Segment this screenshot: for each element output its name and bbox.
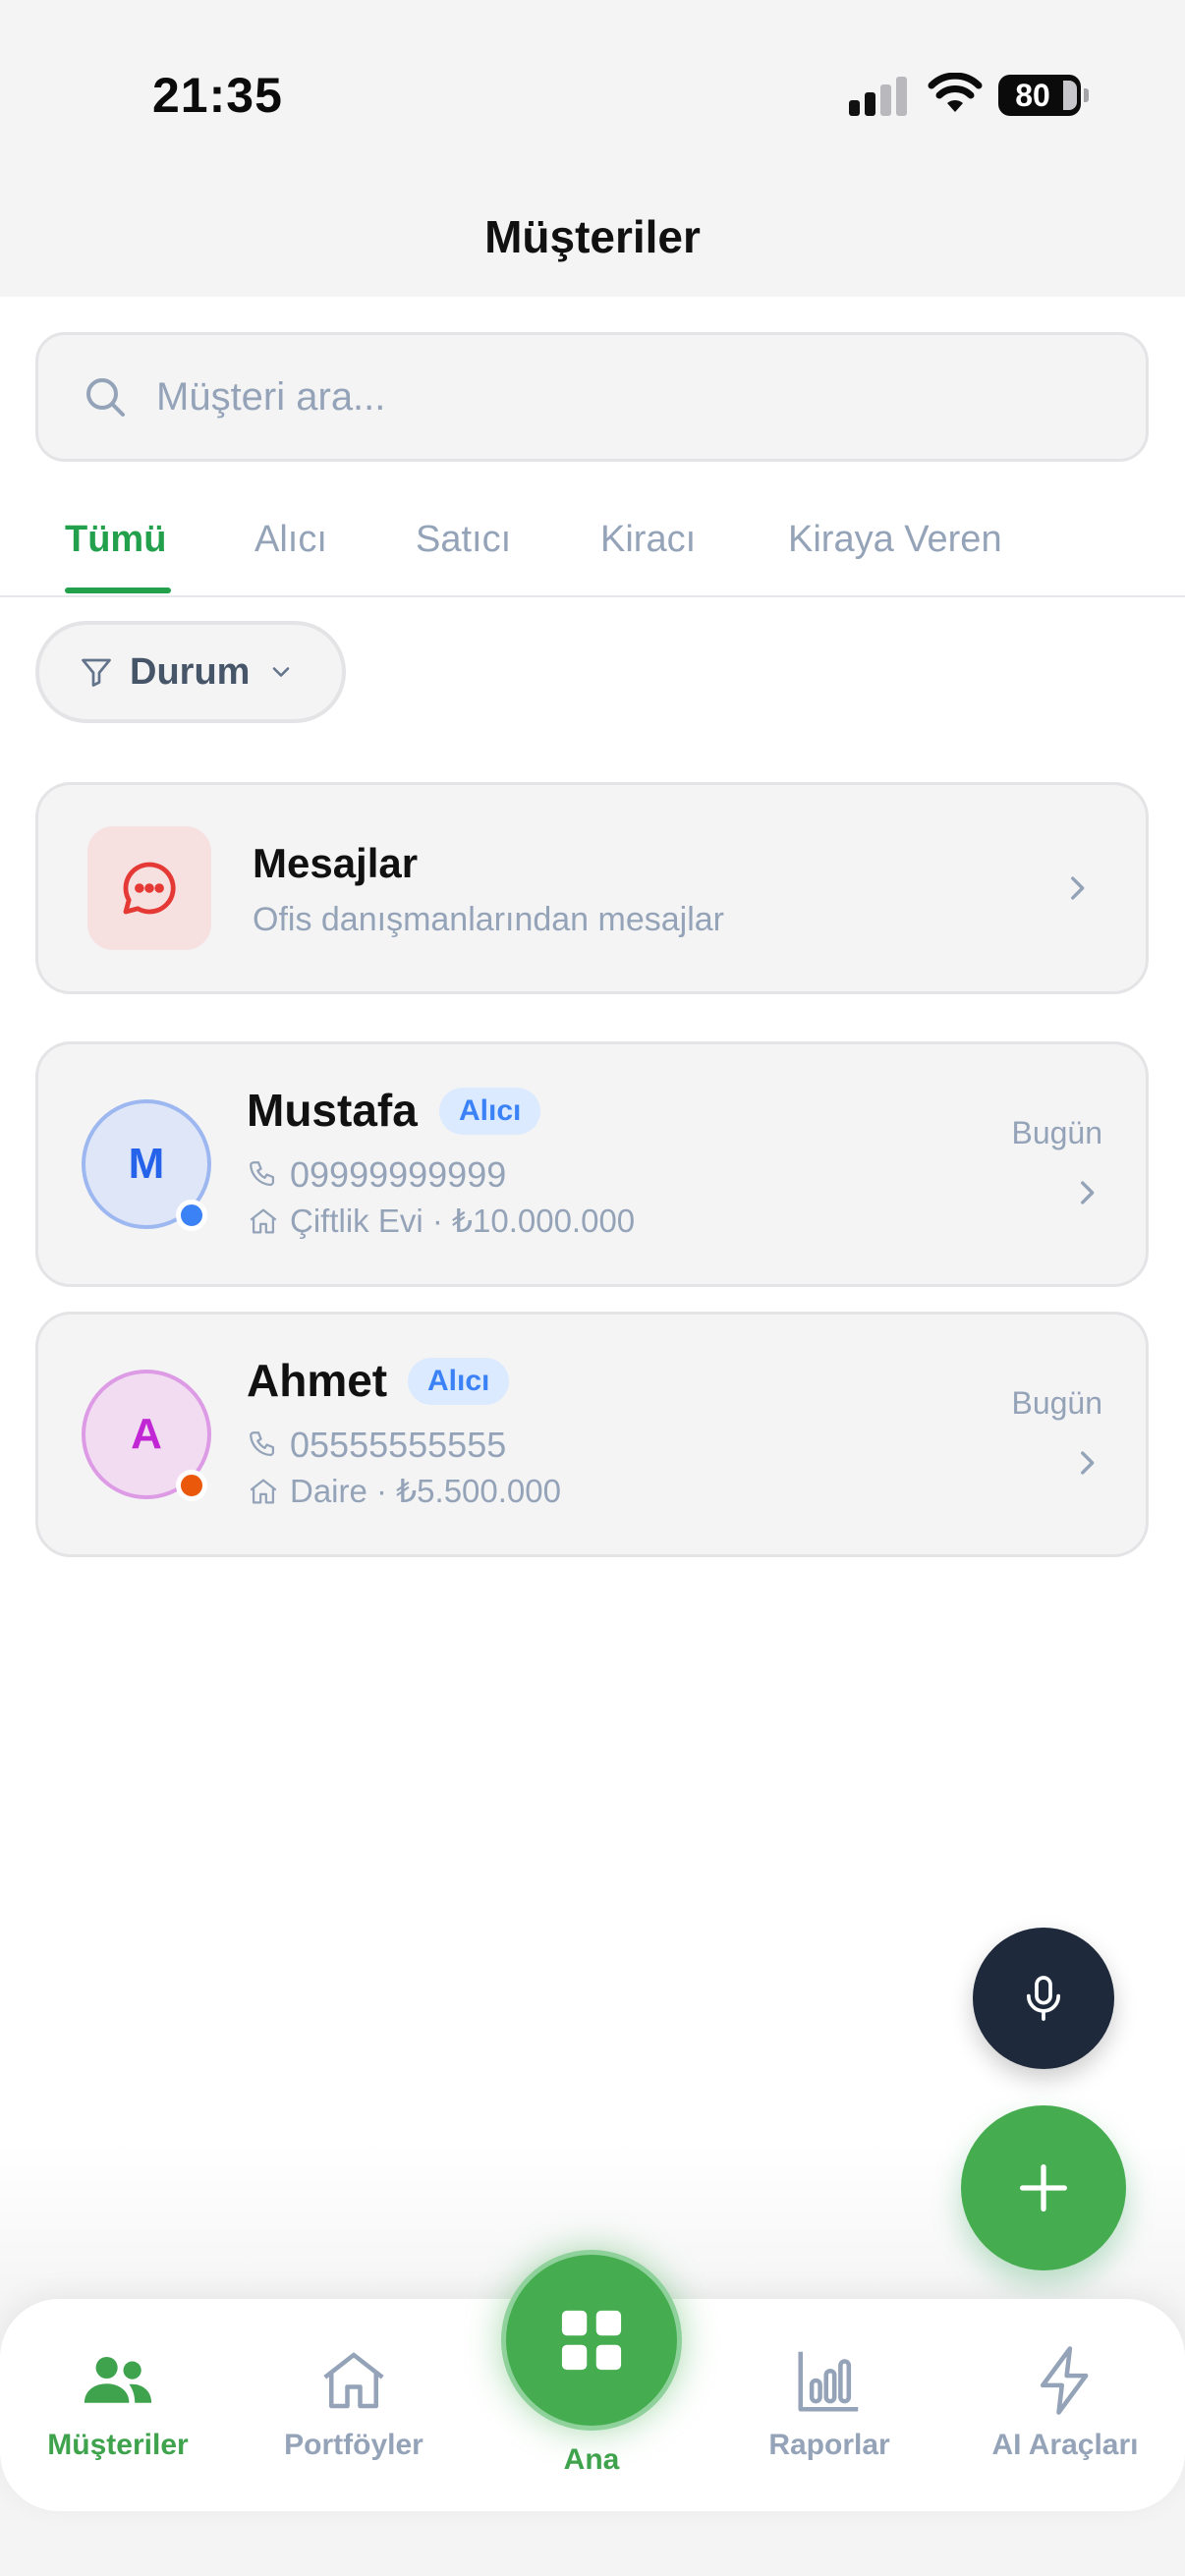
chevron-right-icon: [1071, 876, 1085, 900]
customer-type-badge: Alıcı: [439, 1088, 541, 1135]
nav-item-home[interactable]: [501, 2250, 682, 2431]
filter-icon: [82, 658, 111, 687]
customer-card[interactable]: M Mustafa Alıcı 09999999999 Çiftlik Evi …: [35, 1041, 1149, 1287]
home-icon: [323, 2352, 384, 2409]
nav-item-reports[interactable]: Raporlar: [721, 2342, 937, 2462]
customer-name: Mustafa: [247, 1085, 418, 1136]
tab-buyer[interactable]: Alıcı: [254, 519, 327, 561]
status-time: 21:35: [152, 68, 283, 123]
customer-name: Ahmet: [247, 1355, 388, 1406]
bar-chart-icon: [798, 2351, 859, 2412]
status-filter-label: Durum: [130, 650, 251, 693]
nav-item-portfolios[interactable]: Portföyler: [246, 2342, 462, 2462]
filter-tabs: Tümü Alıcı Satıcı Kiracı Kiraya Veren: [0, 511, 1185, 597]
customer-type-badge: Alıcı: [408, 1358, 510, 1405]
search-icon: [86, 378, 125, 417]
home-icon: [250, 1208, 277, 1233]
microphone-icon: [1026, 1976, 1061, 2021]
customer-phone: 05555555555: [247, 1425, 506, 1466]
tab-tenant[interactable]: Kiracı: [600, 519, 696, 561]
last-contact-date: Bugün: [1011, 1115, 1102, 1150]
messages-card[interactable]: Mesajlar Ofis danışmanlarından mesajlar: [35, 782, 1149, 994]
customer-property: Daire · ₺5.500.000: [247, 1472, 561, 1510]
customer-card[interactable]: A Ahmet Alıcı 05555555555 Daire · ₺5.500…: [35, 1312, 1149, 1557]
tab-seller[interactable]: Satıcı: [416, 519, 511, 561]
chevron-down-icon: [273, 667, 290, 677]
home-icon: [250, 1479, 277, 1503]
last-contact-date: Bugün: [1011, 1385, 1102, 1421]
active-tab-indicator: [65, 588, 171, 593]
lightning-icon: [1040, 2346, 1089, 2415]
page-title: Müşteriler: [484, 211, 701, 262]
plus-icon: [1020, 2164, 1067, 2212]
users-icon: [84, 2356, 152, 2403]
search-input[interactable]: [156, 374, 1041, 420]
customer-property: Çiftlik Evi · ₺10.000.000: [247, 1202, 635, 1240]
chevron-right-icon: [1081, 1181, 1095, 1204]
tab-all[interactable]: Tümü: [65, 519, 166, 561]
nav-item-customers[interactable]: Müşteriler: [10, 2342, 226, 2462]
messages-subtitle: Ofis danışmanlarından mesajlar: [253, 901, 725, 938]
tab-landlord[interactable]: Kiraya Veren: [788, 519, 1002, 561]
grid-icon: [561, 2310, 622, 2371]
wifi-icon: [928, 73, 983, 112]
add-customer-button[interactable]: [961, 2105, 1126, 2270]
nav-item-home-label: Ana: [563, 2443, 620, 2476]
chat-icon: [87, 826, 211, 950]
voice-input-button[interactable]: [973, 1928, 1114, 2069]
status-dot: [176, 1200, 207, 1231]
signal-icon: [849, 77, 908, 116]
phone-icon: [250, 1431, 275, 1457]
search-bar[interactable]: [35, 332, 1149, 462]
battery-level: 80: [1015, 77, 1050, 113]
messages-title: Mesajlar: [253, 840, 419, 886]
top-bar: 21:35 80 Müşteriler: [0, 0, 1185, 297]
status-dot: [176, 1470, 207, 1501]
chevron-right-icon: [1081, 1451, 1095, 1475]
battery-icon: 80: [998, 75, 1089, 116]
phone-icon: [250, 1161, 275, 1187]
status-filter-button[interactable]: Durum: [35, 621, 346, 723]
nav-item-ai-tools[interactable]: AI Araçları: [957, 2342, 1173, 2462]
customer-phone: 09999999999: [247, 1154, 506, 1196]
